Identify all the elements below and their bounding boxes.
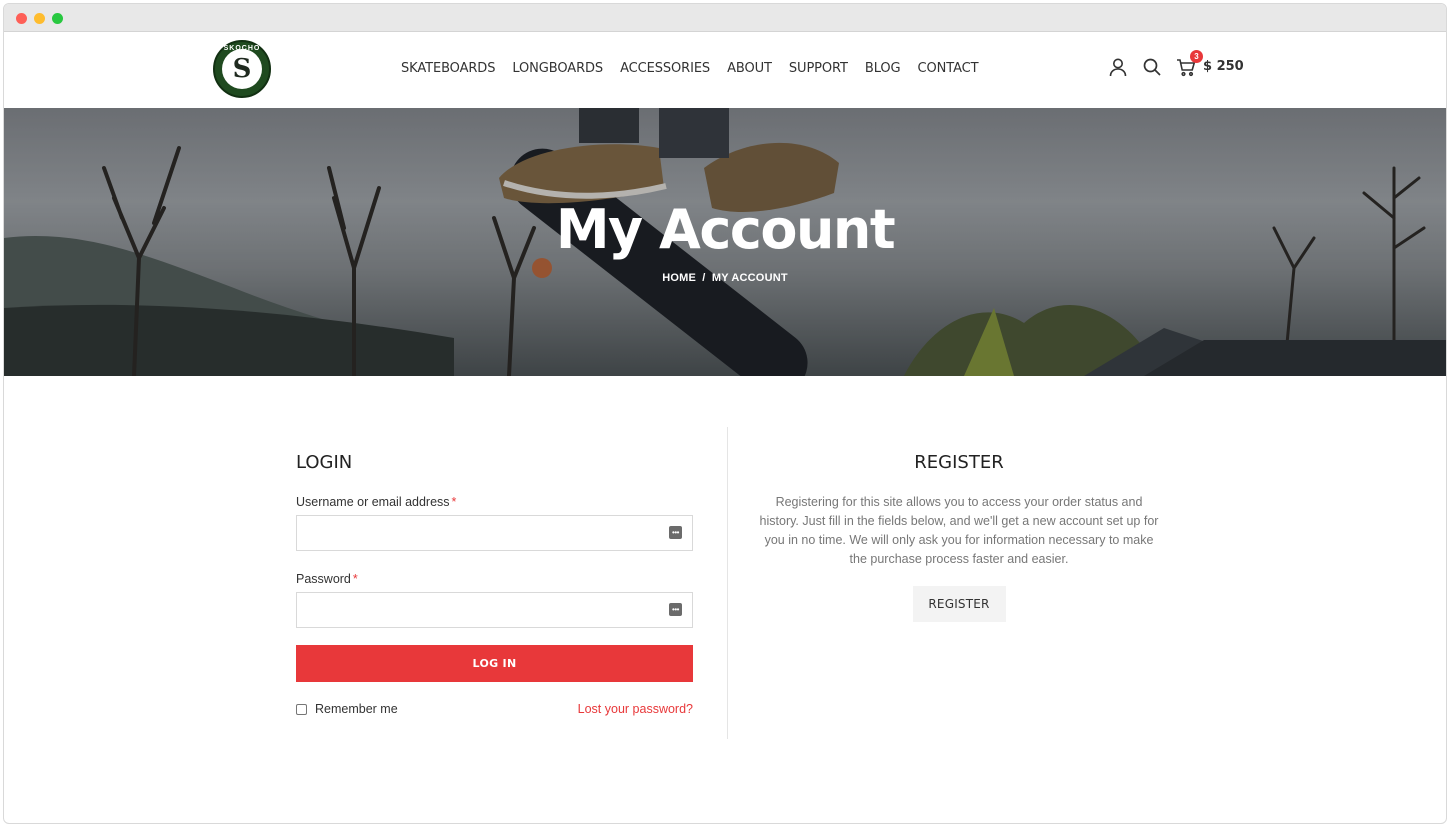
username-field-wrap: •••: [296, 515, 693, 551]
logo-text: SKOCHO: [223, 45, 261, 52]
nav-skateboards[interactable]: SKATEBOARDS: [401, 61, 495, 76]
login-footer: Remember me Lost your password?: [296, 702, 693, 716]
cart-icon[interactable]: 3: [1175, 50, 1203, 78]
nav-longboards[interactable]: LONGBOARDS: [512, 61, 603, 76]
required-mark: *: [352, 572, 358, 586]
account-content: LOGIN Username or email address * ••• Pas…: [4, 376, 1446, 823]
user-icon[interactable]: [1107, 56, 1129, 78]
page-title: My Account: [555, 198, 896, 261]
password-label-text: Password: [296, 572, 351, 586]
nav-blog[interactable]: BLOG: [865, 61, 901, 76]
username-input[interactable]: [296, 515, 693, 551]
minimize-window-button[interactable]: [34, 13, 45, 24]
login-button[interactable]: LOG IN: [296, 645, 693, 682]
nav-support[interactable]: SUPPORT: [789, 61, 848, 76]
breadcrumb-home[interactable]: HOME: [662, 272, 696, 284]
password-label: Password *: [296, 572, 693, 586]
maximize-window-button[interactable]: [52, 13, 63, 24]
password-manager-icon[interactable]: •••: [669, 603, 682, 616]
password-manager-icon[interactable]: •••: [669, 526, 682, 539]
register-description: Registering for this site allows you to …: [759, 495, 1159, 566]
cart-count-badge: 3: [1190, 50, 1203, 63]
window-titlebar: [4, 4, 1446, 32]
nav-about[interactable]: ABOUT: [727, 61, 772, 76]
cart-total[interactable]: $ 250: [1203, 59, 1244, 74]
breadcrumb-separator: /: [702, 272, 706, 284]
page-hero: My Account HOME / MY ACCOUNT: [4, 108, 1446, 376]
register-title: REGISTER: [914, 452, 1004, 473]
main-nav: SKATEBOARDS LONGBOARDS ACCESSORIES ABOUT…: [401, 61, 995, 76]
browser-window: SKOCHO S SKATEBOARDS LONGBOARDS ACCESSOR…: [3, 3, 1447, 824]
required-mark: *: [451, 495, 457, 509]
password-field-wrap: •••: [296, 592, 693, 628]
password-input[interactable]: [296, 592, 693, 628]
search-icon[interactable]: [1141, 56, 1163, 78]
register-button[interactable]: REGISTER: [912, 586, 1006, 622]
login-title: LOGIN: [296, 452, 353, 473]
register-section: REGISTER Registering for this site allow…: [759, 452, 1159, 622]
nav-contact[interactable]: CONTACT: [918, 61, 979, 76]
header-tools: 3 $ 250: [1107, 50, 1244, 78]
lost-password-link[interactable]: Lost your password?: [578, 702, 693, 716]
site-header: SKOCHO S SKATEBOARDS LONGBOARDS ACCESSOR…: [4, 32, 1446, 108]
logo-emblem: S: [222, 49, 262, 89]
username-label-text: Username or email address: [296, 495, 450, 509]
column-divider: [727, 427, 728, 739]
remember-me-checkbox[interactable]: [296, 703, 307, 715]
remember-me[interactable]: Remember me: [296, 702, 398, 716]
remember-me-label: Remember me: [315, 702, 398, 716]
nav-accessories[interactable]: ACCESSORIES: [620, 61, 710, 76]
username-label: Username or email address *: [296, 495, 693, 509]
site-logo[interactable]: SKOCHO S: [213, 40, 271, 98]
breadcrumb-current: MY ACCOUNT: [711, 272, 788, 284]
close-window-button[interactable]: [16, 13, 27, 24]
breadcrumb: HOME / MY ACCOUNT: [4, 272, 1446, 284]
login-form: LOGIN Username or email address * ••• Pas…: [296, 452, 693, 716]
